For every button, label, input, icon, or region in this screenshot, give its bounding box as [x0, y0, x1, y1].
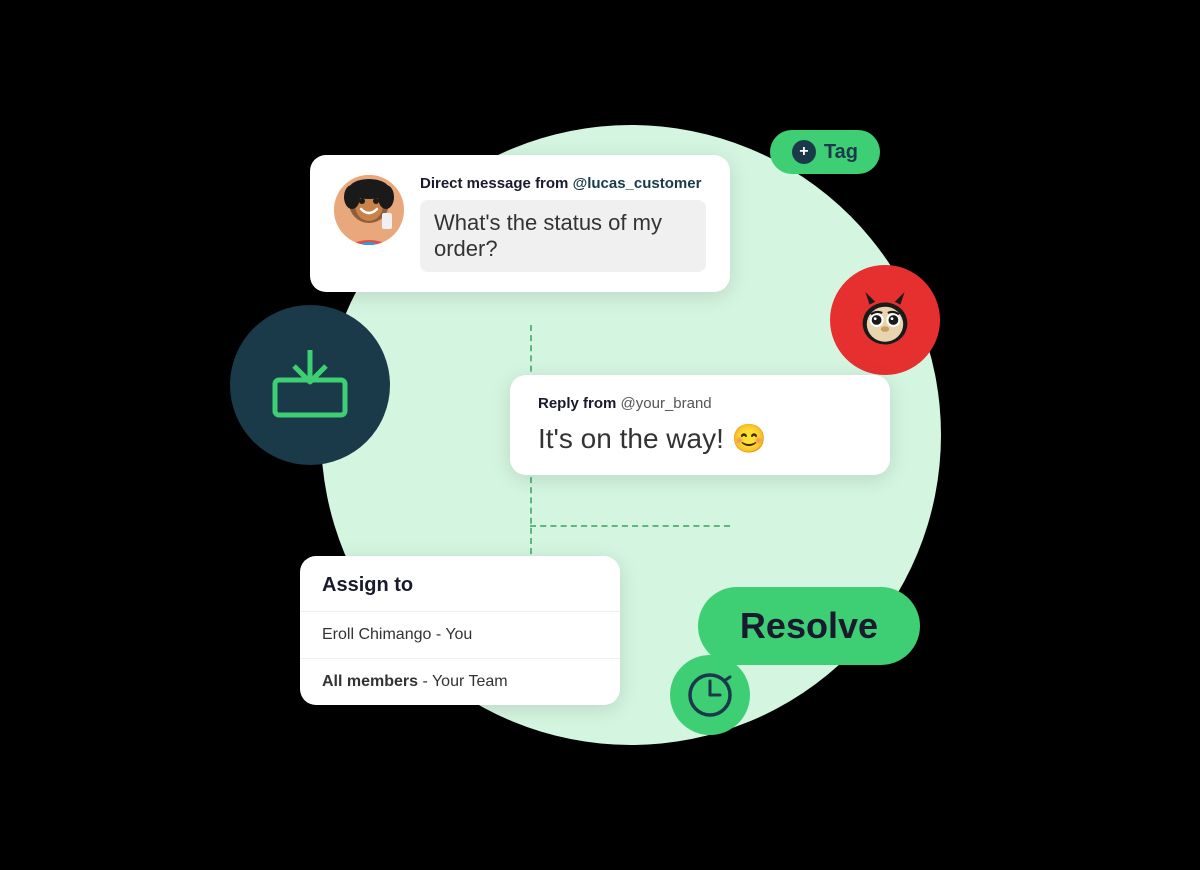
avatar [334, 175, 404, 245]
assign-card-title: Assign to [300, 556, 620, 612]
clock-icon [686, 671, 734, 719]
avatar-image [334, 175, 404, 245]
dm-header-bold: Direct message from [420, 175, 568, 192]
tag-pill[interactable]: + Tag [770, 130, 880, 174]
reply-handle: @your_brand [621, 395, 712, 412]
assign-item-you-label: Eroll Chimango - You [322, 626, 472, 643]
clock-circle[interactable] [670, 655, 750, 735]
dm-content: Direct message from @lucas_customer What… [420, 175, 706, 272]
tag-plus-icon: + [792, 140, 816, 164]
hootsuite-owl-circle [830, 265, 940, 375]
assign-item-all-members-bold: All members [322, 673, 418, 690]
assign-item-you[interactable]: Eroll Chimango - You [300, 612, 620, 659]
assign-card[interactable]: Assign to Eroll Chimango - You All membe… [300, 556, 620, 705]
connector-line-horizontal [530, 525, 730, 527]
reply-header: Reply from @your_brand [538, 395, 862, 412]
inbox-circle [230, 305, 390, 465]
tag-label: Tag [824, 141, 858, 164]
inbox-icon [270, 350, 350, 420]
reply-header-bold: Reply from [538, 395, 616, 412]
dm-card: Direct message from @lucas_customer What… [310, 155, 730, 292]
dm-message: What's the status of my order? [420, 200, 706, 272]
reply-message: It's on the way! 😊 [538, 422, 862, 455]
resolve-label: Resolve [740, 605, 878, 646]
scene: + Tag [150, 35, 1050, 835]
resolve-pill[interactable]: Resolve [698, 587, 920, 665]
reply-card: Reply from @your_brand It's on the way! … [510, 375, 890, 475]
dm-handle: @lucas_customer [573, 175, 702, 192]
dm-header: Direct message from @lucas_customer [420, 175, 706, 192]
hootsuite-owl-icon [850, 285, 920, 355]
assign-item-all-members[interactable]: All members - Your Team [300, 659, 620, 705]
assign-item-all-members-suffix: - Your Team [418, 673, 508, 690]
